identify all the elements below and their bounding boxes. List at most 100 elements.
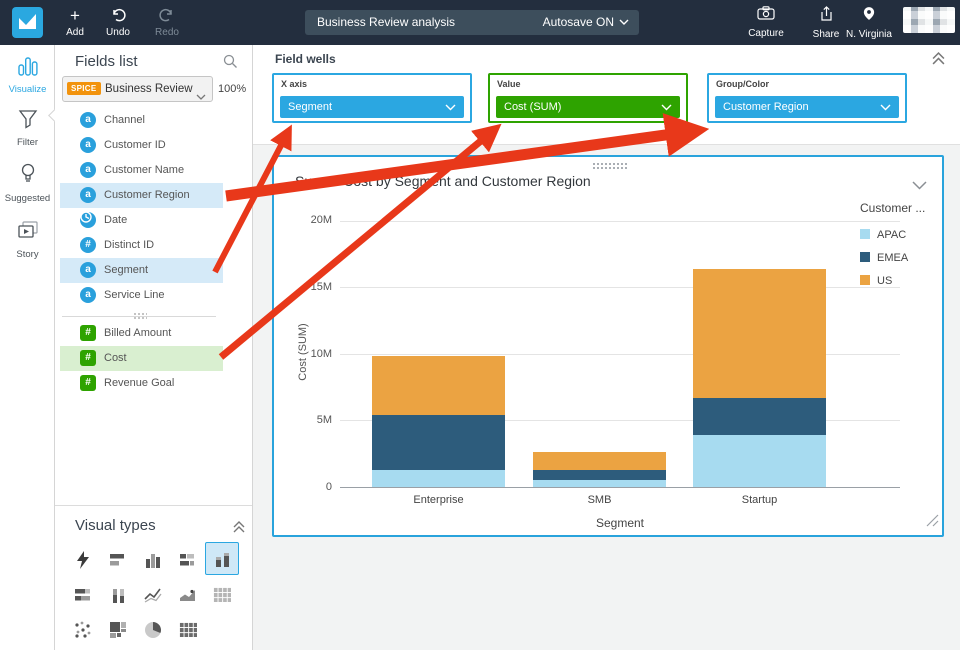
rail-item-visualize[interactable]: Visualize <box>0 57 55 95</box>
top-bar: + Add Undo Redo Business Review analysis… <box>0 0 960 45</box>
add-button[interactable]: + Add <box>51 7 99 38</box>
field-item-revenue-goal[interactable]: #Revenue Goal <box>60 371 223 396</box>
visual-menu-chevron-icon[interactable] <box>912 177 927 195</box>
bar-enterprise[interactable] <box>372 356 505 487</box>
visual-type-table[interactable] <box>205 578 239 611</box>
user-account-redacted[interactable] <box>903 7 955 33</box>
well-x-axis-pill[interactable]: Segment <box>280 96 464 118</box>
story-frames-icon <box>17 228 39 245</box>
visual-type-vertical-stacked-bar[interactable] <box>205 542 239 575</box>
x-tick-label: Startup <box>700 494 820 506</box>
spice-load-percent: 100% <box>218 83 246 95</box>
location-pin-icon <box>863 8 875 25</box>
spice-badge: SPICE <box>67 82 101 95</box>
bar-segment-us[interactable] <box>693 269 826 398</box>
string-field-icon: a <box>80 162 96 178</box>
y-tick-label: 5M <box>294 414 332 426</box>
bar-startup[interactable] <box>693 269 826 487</box>
chevron-down-icon <box>661 104 672 111</box>
visual-types-title: Visual types <box>75 517 156 534</box>
well-x-axis: X axis Segment <box>272 73 472 123</box>
visual-type-pivot-table[interactable] <box>171 613 205 646</box>
visual-type-autograph[interactable] <box>66 543 100 576</box>
bar-smb[interactable] <box>533 452 666 487</box>
visual-type-tree-map[interactable] <box>101 613 135 646</box>
bar-segment-apac[interactable] <box>533 480 666 487</box>
field-item-channel[interactable]: aChannel <box>60 108 223 133</box>
visual-type-horizontal-stacked-bar[interactable] <box>171 543 205 576</box>
bar-segment-us[interactable] <box>533 452 666 471</box>
well-group-color: Group/Color Customer Region <box>707 73 907 123</box>
fields-list-title: Fields list <box>75 53 138 70</box>
camera-icon <box>757 7 775 24</box>
collapse-chevrons-icon[interactable] <box>932 52 945 70</box>
visual-type-scatter-plot[interactable] <box>66 613 100 646</box>
string-field-icon: a <box>80 262 96 278</box>
numeric-field-icon: # <box>80 237 96 253</box>
visual-type-line-chart[interactable] <box>136 578 170 611</box>
quicksight-logo-icon[interactable] <box>12 7 43 38</box>
string-field-icon: a <box>80 112 96 128</box>
bar-segment-apac[interactable] <box>693 435 826 487</box>
visualize-bar-chart-icon <box>18 63 38 80</box>
visual-type-horizontal-bar[interactable] <box>101 543 135 576</box>
legend-title: Customer ... <box>860 201 925 215</box>
well-value-pill[interactable]: Cost (SUM) <box>496 96 680 118</box>
visual-title: Sum of Cost by Segment and Customer Regi… <box>295 173 591 189</box>
fields-divider-drag-handle[interactable] <box>133 312 147 319</box>
dataset-selector[interactable]: SPICE Business Review <box>62 76 213 102</box>
chevron-down-icon <box>880 104 891 111</box>
undo-button[interactable]: Undo <box>94 7 142 38</box>
left-rail: Visualize Filter Suggested Story <box>0 45 55 650</box>
field-item-customer-id[interactable]: aCustomer ID <box>60 133 223 158</box>
quicksight-app: + Add Undo Redo Business Review analysis… <box>0 0 960 650</box>
field-item-customer-region[interactable]: aCustomer Region <box>60 183 223 208</box>
redo-button[interactable]: Redo <box>143 7 191 38</box>
rail-item-story[interactable]: Story <box>0 221 55 260</box>
rail-item-filter[interactable]: Filter <box>0 109 55 148</box>
well-value: Value Cost (SUM) <box>488 73 688 123</box>
field-item-segment[interactable]: aSegment <box>60 258 223 283</box>
visual-type-horizontal-stacked-100-bar[interactable] <box>66 578 100 611</box>
x-tick-label: SMB <box>540 494 660 506</box>
y-tick-label: 15M <box>294 281 332 293</box>
bar-segment-emea[interactable] <box>693 398 826 435</box>
field-item-cost[interactable]: #Cost <box>60 346 223 371</box>
visual-types-divider <box>55 505 252 506</box>
bar-segment-emea[interactable] <box>533 470 666 480</box>
well-group-color-pill[interactable]: Customer Region <box>715 96 899 118</box>
search-icon[interactable] <box>223 54 238 74</box>
date-field-icon <box>80 212 96 228</box>
filter-funnel-icon <box>18 116 38 133</box>
autosave-dropdown[interactable]: Autosave ON <box>543 15 629 29</box>
collapse-chevrons-icon[interactable] <box>233 520 245 538</box>
rail-item-suggested[interactable]: Suggested <box>0 163 55 204</box>
x-axis-line <box>340 487 900 488</box>
bar-segment-us[interactable] <box>372 356 505 415</box>
fields-panel: Fields list SPICE Business Review 100% a… <box>55 45 253 650</box>
drag-handle-dots[interactable] <box>592 162 628 170</box>
y-tick-label: 0 <box>294 481 332 493</box>
bar-segment-emea[interactable] <box>372 415 505 470</box>
share-icon <box>819 8 834 25</box>
measure-field-icon: # <box>80 325 96 341</box>
lightbulb-icon <box>20 172 36 189</box>
bar-segment-apac[interactable] <box>372 470 505 487</box>
field-item-distinct-id[interactable]: #Distinct ID <box>60 233 223 258</box>
undo-icon <box>94 7 142 25</box>
field-item-service-line[interactable]: aService Line <box>60 283 223 308</box>
visual-type-vertical-stacked-100-bar[interactable] <box>101 578 135 611</box>
string-field-icon: a <box>80 187 96 203</box>
field-wells-title: Field wells <box>275 52 336 66</box>
field-item-date[interactable]: Date <box>60 208 223 233</box>
region-selector[interactable]: N. Virginia <box>840 6 898 40</box>
visual-type-pie-chart[interactable] <box>136 613 170 646</box>
measure-field-icon: # <box>80 350 96 366</box>
field-item-customer-name[interactable]: aCustomer Name <box>60 158 223 183</box>
field-item-billed-amount[interactable]: #Billed Amount <box>60 321 223 346</box>
chevron-down-icon <box>196 87 206 105</box>
visual-type-area-chart[interactable] <box>171 578 205 611</box>
capture-button[interactable]: Capture <box>737 6 795 39</box>
resize-handle[interactable] <box>926 514 939 532</box>
visual-type-vertical-bar[interactable] <box>136 543 170 576</box>
